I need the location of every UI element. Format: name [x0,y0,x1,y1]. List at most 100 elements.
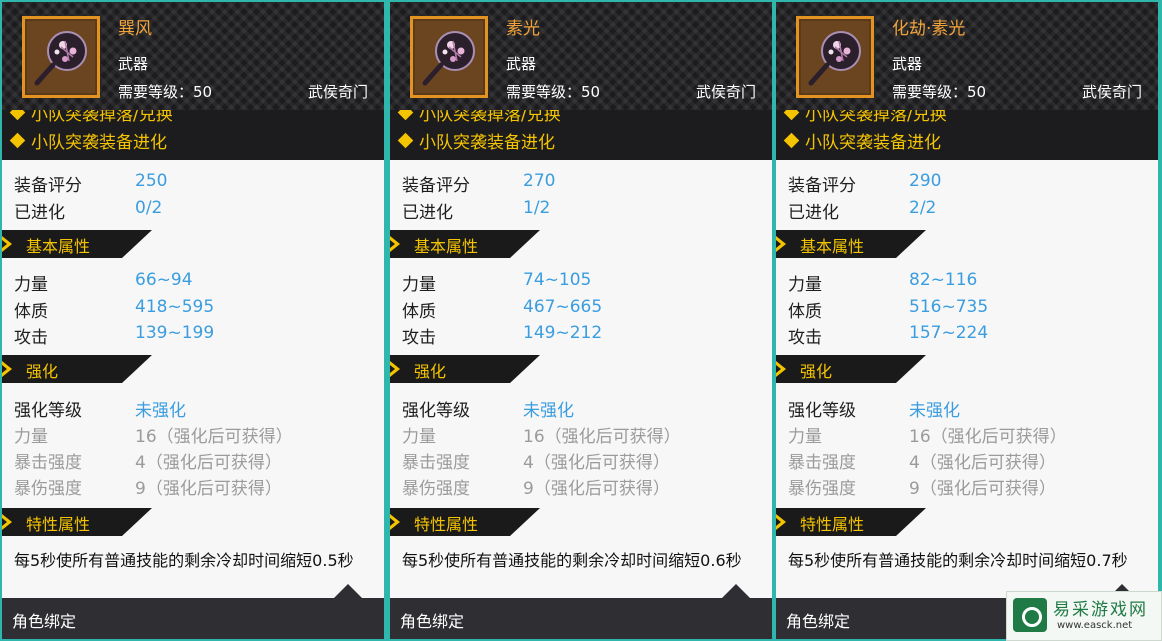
item-name: 巽风 [118,19,152,39]
weapon-icon[interactable] [410,16,488,98]
item-source-tags: 小队突袭掉落/兑换 小队突袭装备进化 [390,110,772,160]
score-value: 250 [135,171,168,191]
enhance-level-label: 强化等级 [402,401,470,421]
easck-logo-icon [1013,598,1047,632]
section-header-basic: 基本属性 [2,230,152,258]
item-name: 素光 [506,19,540,39]
enhance-crit-value: 4（强化后可获得） [909,453,1056,473]
score-value: 290 [909,171,942,191]
constitution-value: 516~735 [909,297,989,317]
enhance-crit-label: 暴击强度 [402,453,470,473]
binding-label: 角色绑定 [12,612,77,631]
enhance-level-value: 未强化 [523,401,574,421]
item-source-tags: 小队突袭掉落/兑换 小队突袭装备进化 [776,110,1158,160]
section-header-enhance: 强化 [2,355,152,383]
binding-footer: 角色绑定 [2,584,384,639]
score-value: 270 [523,171,556,191]
source-tag: 小队突袭装备进化 [783,128,941,153]
section-header-trait: 特性属性 [2,508,152,536]
diamond-icon [783,132,800,149]
strength-value: 74~105 [523,270,592,290]
item-tooltip-card: 巽风 武器 需要等级：50 武侯奇门 小队突袭掉落/兑换 小队突袭装备进化 装备… [2,2,384,639]
enhance-crit-label: 暴击强度 [14,453,82,473]
constitution-label: 体质 [402,302,436,322]
item-class: 武侯奇门 [307,83,368,101]
evolution-value: 0/2 [135,198,163,218]
item-tooltip-card: 素光 武器 需要等级：50 武侯奇门 小队突袭掉落/兑换 小队突袭装备进化 装备… [390,2,772,639]
enhance-critdmg-label: 暴伤强度 [788,479,856,499]
source-tag: 小队突袭掉落/兑换 [783,110,947,125]
expand-notch[interactable] [334,584,362,598]
source-tag: 小队突袭装备进化 [9,128,167,153]
item-header: 化劫·素光 武器 需要等级：50 武侯奇门 [776,2,1158,110]
binding-footer: 角色绑定 [390,584,772,639]
strength-label: 力量 [402,275,436,295]
binding-label: 角色绑定 [400,612,465,631]
source-tag: 小队突袭装备进化 [397,128,555,153]
enhance-level-value: 未强化 [909,401,960,421]
required-level: 需要等级：50 [506,83,601,101]
watermark-text: 易采游戏网 [1053,600,1148,620]
source-tag: 小队突袭掉落/兑换 [9,110,173,125]
section-header-enhance: 强化 [776,355,926,383]
strength-value: 82~116 [909,270,978,290]
section-header-enhance: 强化 [390,355,540,383]
diamond-icon [9,132,26,149]
item-header: 素光 武器 需要等级：50 武侯奇门 [390,2,772,110]
enhance-strength-value: 16（强化后可获得） [909,427,1067,447]
enhance-critdmg-value: 9（强化后可获得） [523,479,670,499]
site-watermark: 易采游戏网 www.easck.net [1006,591,1162,641]
enhance-strength-value: 16（强化后可获得） [523,427,681,447]
score-label: 装备评分 [402,176,470,196]
attack-label: 攻击 [14,328,48,348]
attack-value: 139~199 [135,323,215,343]
evolution-label: 已进化 [14,203,65,223]
section-header-trait: 特性属性 [776,508,926,536]
item-class: 武侯奇门 [1081,83,1142,101]
enhance-critdmg-label: 暴伤强度 [14,479,82,499]
score-label: 装备评分 [14,176,82,196]
constitution-value: 418~595 [135,297,215,317]
evolution-value: 2/2 [909,198,937,218]
item-tooltip-card: 化劫·素光 武器 需要等级：50 武侯奇门 小队突袭掉落/兑换 小队突袭装备进化… [776,2,1158,639]
item-source-tags: 小队突袭掉落/兑换 小队突袭装备进化 [2,110,384,160]
section-header-basic: 基本属性 [776,230,926,258]
constitution-label: 体质 [788,302,822,322]
enhance-level-value: 未强化 [135,401,186,421]
expand-notch[interactable] [722,584,750,598]
section-header-trait: 特性属性 [390,508,540,536]
item-header: 巽风 武器 需要等级：50 武侯奇门 [2,2,384,110]
strength-value: 66~94 [135,270,193,290]
trait-description: 每5秒使所有普通技能的剩余冷却时间缩短0.6秒 [402,551,742,570]
binding-label: 角色绑定 [786,612,851,631]
item-type: 武器 [118,55,149,73]
enhance-crit-label: 暴击强度 [788,453,856,473]
strength-label: 力量 [14,275,48,295]
attack-label: 攻击 [788,328,822,348]
trait-description: 每5秒使所有普通技能的剩余冷却时间缩短0.5秒 [14,551,354,570]
enhance-critdmg-label: 暴伤强度 [402,479,470,499]
evolution-value: 1/2 [523,198,551,218]
enhance-strength-value: 16（强化后可获得） [135,427,293,447]
diamond-icon [397,132,414,149]
weapon-icon[interactable] [22,16,100,98]
weapon-icon[interactable] [796,16,874,98]
enhance-level-label: 强化等级 [788,401,856,421]
attack-label: 攻击 [402,328,436,348]
required-level: 需要等级：50 [892,83,987,101]
evolution-label: 已进化 [402,203,453,223]
enhance-strength-label: 力量 [14,427,48,447]
enhance-crit-value: 4（强化后可获得） [135,453,282,473]
evolution-label: 已进化 [788,203,839,223]
enhance-strength-label: 力量 [788,427,822,447]
item-name: 化劫·素光 [892,19,966,39]
item-type: 武器 [506,55,537,73]
source-tag: 小队突袭掉落/兑换 [397,110,561,125]
enhance-level-label: 强化等级 [14,401,82,421]
constitution-label: 体质 [14,302,48,322]
constitution-value: 467~665 [523,297,603,317]
diamond-icon [9,110,26,121]
item-class: 武侯奇门 [695,83,756,101]
required-level: 需要等级：50 [118,83,213,101]
diamond-icon [783,110,800,121]
